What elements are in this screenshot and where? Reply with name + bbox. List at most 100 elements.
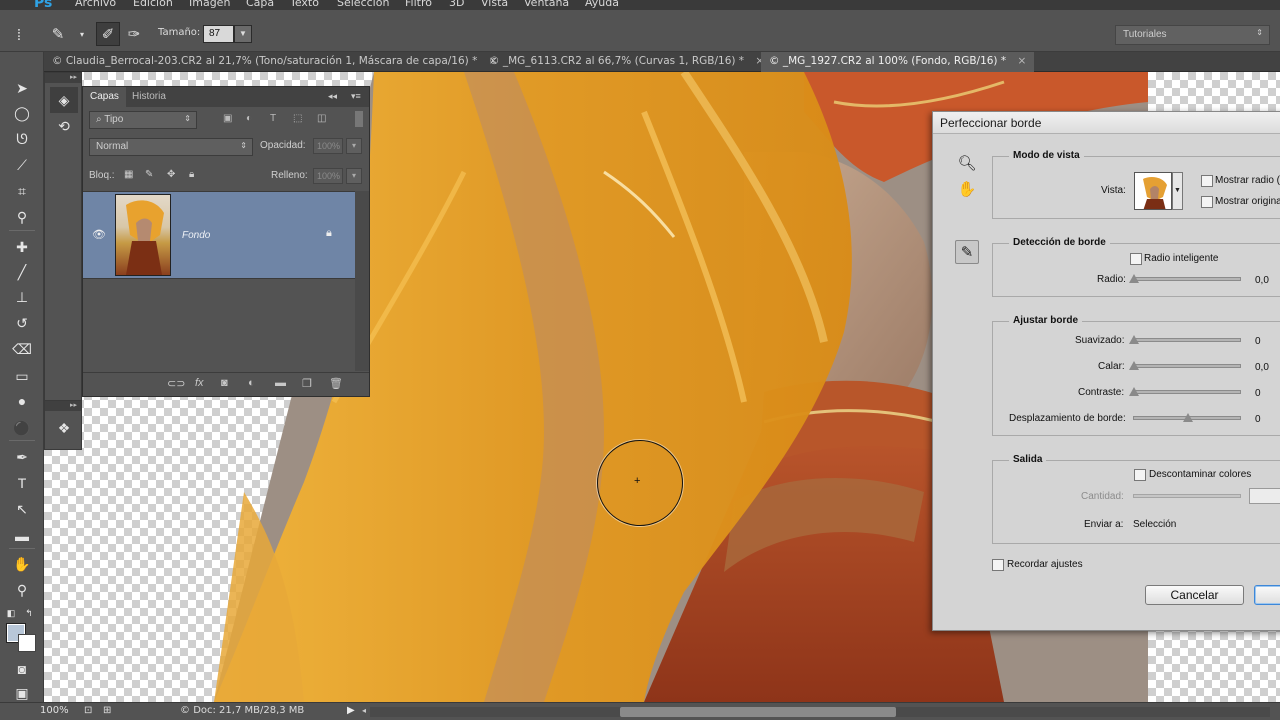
zoom-icon[interactable]: 🔍︎: [955, 152, 979, 176]
blur-tool-icon[interactable]: ●: [9, 390, 35, 412]
feather-slider[interactable]: [1133, 364, 1241, 368]
smooth-slider[interactable]: [1133, 338, 1241, 342]
panel-menu-icon[interactable]: ▾≡: [351, 91, 361, 102]
layer-style-fx-icon[interactable]: fx: [195, 377, 204, 389]
radius-slider-thumb[interactable]: [1129, 274, 1139, 283]
status-menu-arrow-icon[interactable]: ▶: [347, 705, 355, 716]
filter-pixel-icon[interactable]: ▣: [223, 113, 232, 124]
filter-type-icon[interactable]: T: [270, 113, 276, 124]
shift-edge-slider-thumb[interactable]: [1183, 413, 1193, 422]
menu-ventana[interactable]: Ventana: [524, 0, 569, 9]
refine-radius-tool-icon[interactable]: ✎: [955, 240, 979, 264]
cancel-button[interactable]: Cancelar: [1145, 585, 1244, 605]
layer-filter-select[interactable]: ⌕ Tipo ⇕: [89, 111, 197, 129]
status-icon[interactable]: ⊡: [84, 705, 92, 716]
zoom-level[interactable]: 100%: [40, 705, 69, 716]
swap-colors-icon[interactable]: ↰: [22, 602, 36, 624]
size-dropdown-icon[interactable]: ▼: [234, 25, 252, 43]
tab-close-icon[interactable]: ©: [489, 55, 500, 67]
move-tool-icon[interactable]: ➤: [9, 77, 35, 99]
scroll-left-icon[interactable]: ◂: [362, 706, 366, 715]
eyedropper-icon[interactable]: ⚲: [9, 206, 35, 228]
blend-mode-select[interactable]: Normal ⇕: [89, 138, 253, 156]
menu-ayuda[interactable]: Ayuda: [585, 0, 619, 9]
refine-radius-brush-icon[interactable]: ✐: [96, 22, 120, 46]
hand-icon[interactable]: ✋: [955, 178, 979, 202]
zoom-tool-icon[interactable]: ⚲: [9, 579, 35, 601]
timeline-icon[interactable]: ⊞: [103, 705, 111, 716]
feather-value[interactable]: 0,0: [1255, 362, 1269, 373]
background-color-swatch[interactable]: [18, 634, 36, 652]
lasso-tool-icon[interactable]: ᘎ: [9, 128, 35, 150]
rectangle-tool-icon[interactable]: ▬: [9, 525, 35, 547]
size-input[interactable]: 87: [203, 25, 234, 43]
gradient-tool-icon[interactable]: ▭: [9, 365, 35, 387]
menu-vista[interactable]: Vista: [481, 0, 508, 9]
lock-image-icon[interactable]: ✎: [145, 169, 153, 180]
shift-edge-value[interactable]: 0: [1255, 414, 1261, 425]
ok-button[interactable]: [1254, 585, 1280, 605]
opacity-input[interactable]: 100%: [313, 138, 343, 154]
visibility-eye-icon[interactable]: 👁︎: [92, 228, 106, 241]
opacity-dropdown-icon[interactable]: ▾: [346, 138, 362, 154]
elliptical-marquee-icon[interactable]: ◯: [9, 102, 35, 124]
document-tab-1[interactable]: © Claudia_Berrocal-203.CR2 al 21,7% (Ton…: [44, 52, 506, 72]
pen-tool-icon[interactable]: ✒: [9, 446, 35, 468]
add-mask-icon[interactable]: ◙: [221, 377, 228, 389]
horizontal-scrollbar-thumb[interactable]: [620, 707, 896, 717]
tab-close-icon[interactable]: ©: [769, 55, 780, 67]
fill-dropdown-icon[interactable]: ▾: [346, 168, 362, 184]
layer-row-fondo[interactable]: 👁︎ Fondo 🔒︎: [83, 191, 355, 279]
refine-radius-tool-icon[interactable]: ✎: [46, 22, 70, 46]
view-mode-dropdown-icon[interactable]: ▼: [1172, 172, 1183, 210]
lock-position-icon[interactable]: ✥: [167, 169, 175, 180]
show-radius-checkbox[interactable]: [1201, 175, 1213, 187]
history-panel-icon[interactable]: ⟲: [50, 113, 78, 139]
clone-stamp-icon[interactable]: ⊥: [9, 286, 35, 308]
history-brush-icon[interactable]: ↺: [9, 312, 35, 334]
dialog-titlebar[interactable]: Perfeccionar borde: [933, 112, 1280, 134]
type-tool-icon[interactable]: T: [9, 472, 35, 494]
menu-capa[interactable]: Capa: [246, 0, 274, 9]
send-to-select[interactable]: Selección: [1133, 519, 1176, 530]
lock-all-icon[interactable]: 🔒︎: [189, 169, 194, 180]
layers-panel-icon[interactable]: ◈: [50, 87, 78, 113]
smooth-slider-thumb[interactable]: [1129, 335, 1139, 344]
show-original-checkbox[interactable]: [1201, 196, 1213, 208]
lock-transparent-icon[interactable]: ▦: [124, 169, 133, 180]
crop-tool-icon[interactable]: ⌗: [9, 180, 35, 202]
hand-tool-icon[interactable]: ✋: [9, 553, 35, 575]
tab-layers[interactable]: Capas: [83, 87, 126, 107]
layers-scrollbar[interactable]: [355, 191, 369, 371]
contrast-slider[interactable]: [1133, 390, 1241, 394]
healing-brush-icon[interactable]: ✚: [9, 236, 35, 258]
default-colors-icon[interactable]: ◧: [4, 602, 18, 624]
radius-value[interactable]: 0,0: [1255, 275, 1269, 286]
new-layer-icon[interactable]: ❐: [302, 377, 312, 390]
3d-panel-icon[interactable]: ❖: [50, 415, 78, 441]
smooth-value[interactable]: 0: [1255, 336, 1261, 347]
menu-texto[interactable]: Texto: [290, 0, 319, 9]
menu-filtro[interactable]: Filtro: [405, 0, 432, 9]
decontaminate-checkbox[interactable]: [1134, 469, 1146, 481]
collapse-panel-icon[interactable]: ▸▸: [45, 401, 81, 411]
smart-radius-checkbox[interactable]: [1130, 253, 1142, 265]
workspace-select[interactable]: Tutoriales ⇕: [1115, 25, 1270, 45]
document-tab-3[interactable]: © _MG_1927.CR2 al 100% (Fondo, RGB/16) *…: [761, 52, 1035, 72]
filter-adjustment-icon[interactable]: ◐: [246, 113, 252, 124]
tab-history[interactable]: Historia: [125, 87, 173, 107]
tab-close-icon[interactable]: ©: [52, 55, 63, 67]
tool-preset-arrow-icon[interactable]: ▾: [70, 22, 94, 46]
feather-slider-thumb[interactable]: [1129, 361, 1139, 370]
new-group-icon[interactable]: ▬: [275, 377, 286, 389]
collapse-panel-icon[interactable]: ◂◂: [328, 91, 337, 102]
contrast-slider-thumb[interactable]: [1129, 387, 1139, 396]
brush-tool-icon[interactable]: ╱: [9, 261, 35, 283]
view-mode-thumbnail[interactable]: [1134, 172, 1172, 210]
erase-refinements-brush-icon[interactable]: ✑: [122, 22, 146, 46]
delete-layer-icon[interactable]: 🗑︎: [329, 377, 343, 390]
menu-3d[interactable]: 3D: [449, 0, 464, 9]
quick-selection-icon[interactable]: ⟋: [9, 154, 35, 176]
remember-settings-checkbox[interactable]: [992, 559, 1004, 571]
link-layers-icon[interactable]: ⊂⊃: [167, 377, 185, 390]
